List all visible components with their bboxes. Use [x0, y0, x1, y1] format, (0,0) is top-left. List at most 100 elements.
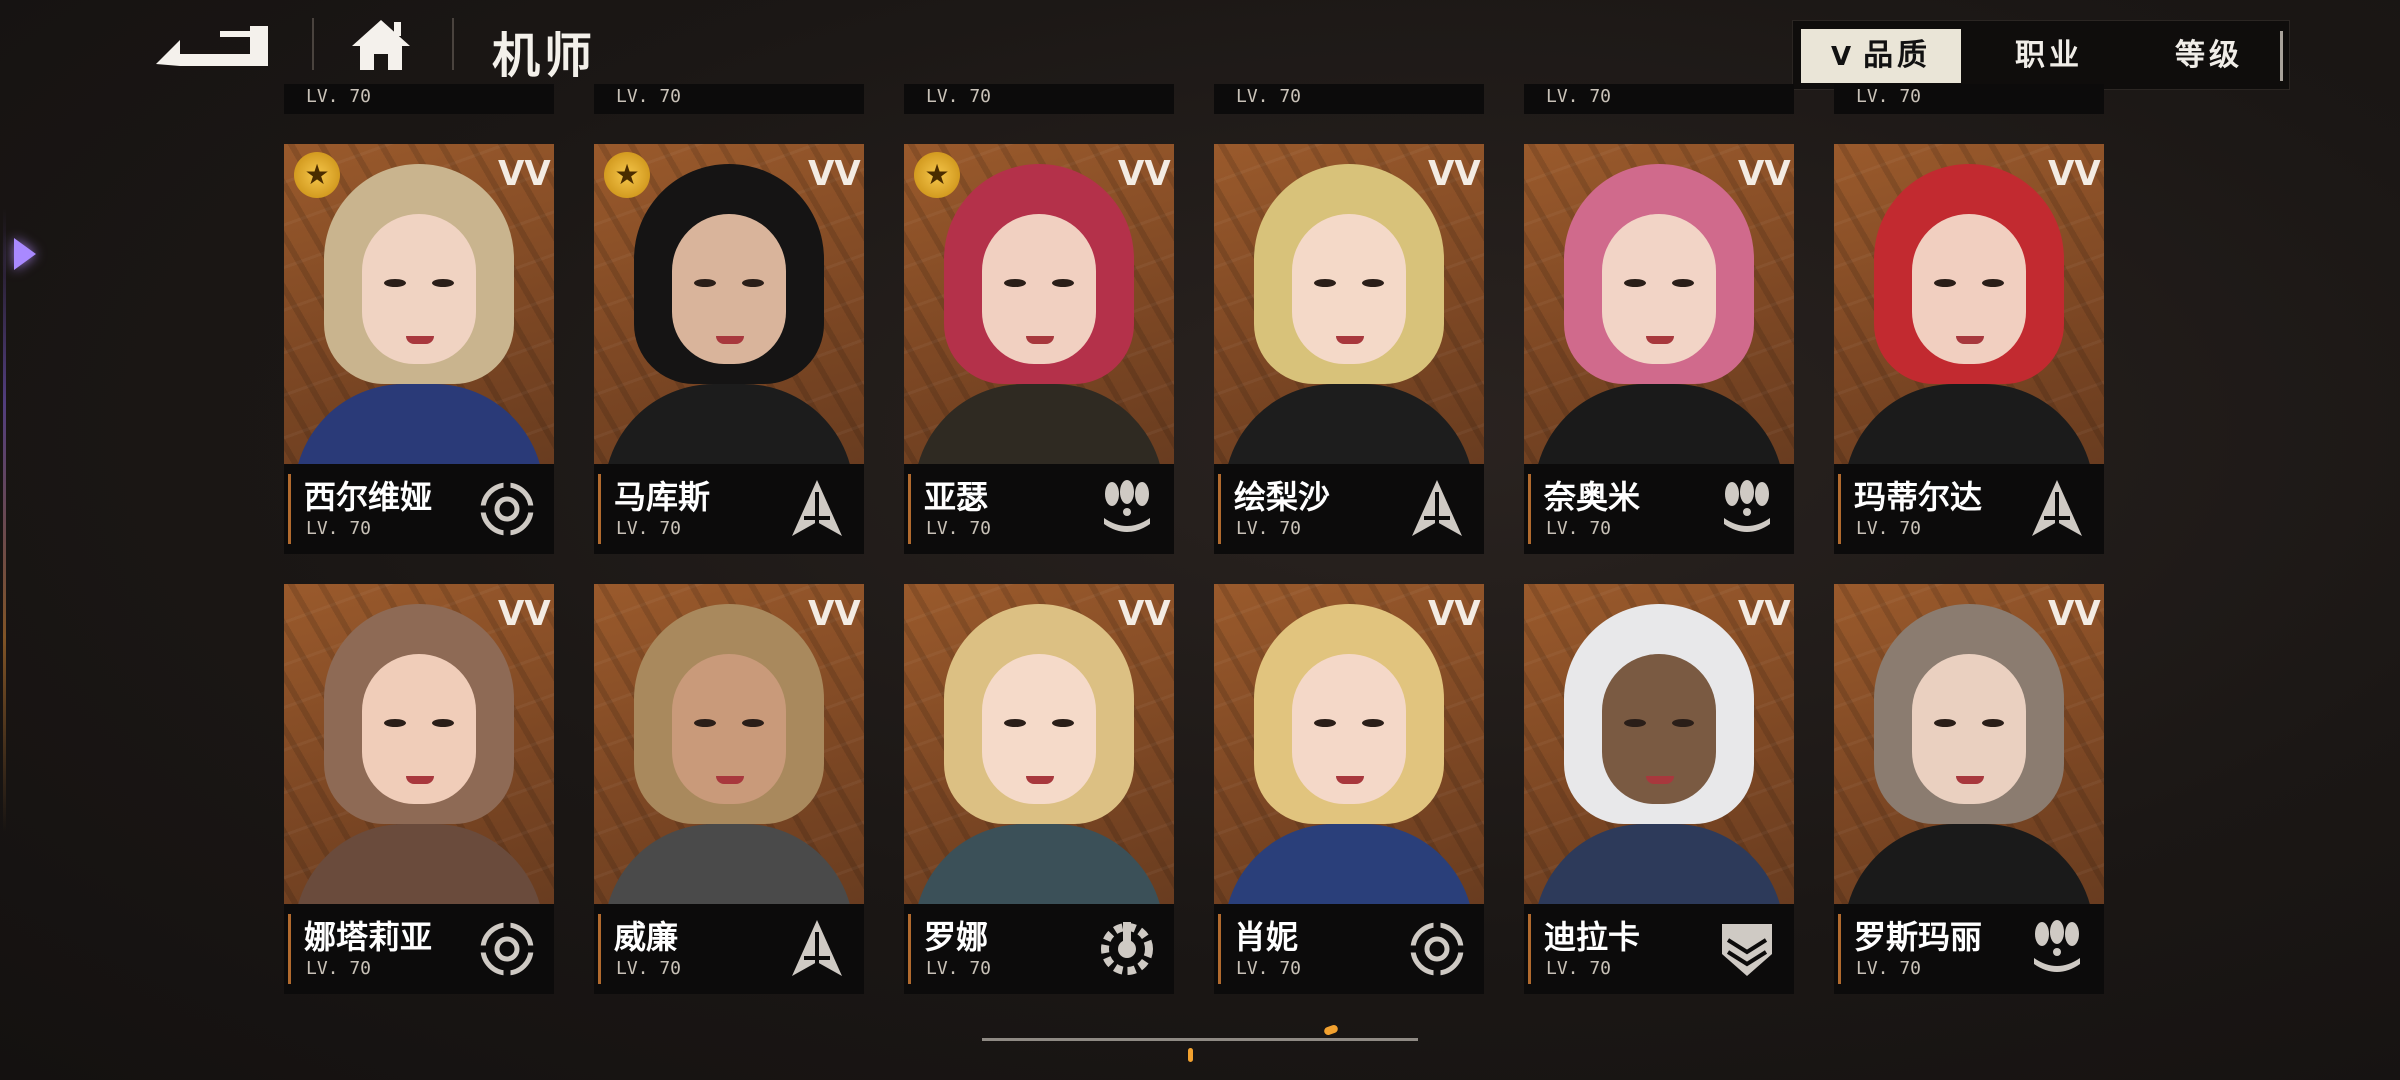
pilot-name: 威廉: [614, 918, 679, 956]
target-icon: [1408, 920, 1466, 978]
home-button[interactable]: [350, 16, 412, 72]
scroll-indicator: [1323, 1023, 1339, 1037]
pilot-level: LV. 70: [616, 518, 682, 539]
tab-quality[interactable]: V 品质: [1801, 29, 1961, 83]
spear-icon: [792, 480, 842, 536]
pilot-card[interactable]: ★ ᐯᐯ 西尔维娅 LV. 70: [284, 144, 554, 554]
rank-wing-icon: ᐯᐯ: [498, 154, 551, 194]
missile-icon: [1724, 480, 1770, 532]
pilot-namebar: 奈奥米 LV. 70: [1524, 464, 1794, 554]
tab-level[interactable]: 等级: [2139, 29, 2279, 83]
pilot-name: 娜塔莉亚: [304, 918, 433, 956]
pilot-level: LV. 70: [1236, 518, 1302, 539]
sort-tabs: V 品质 职业 等级: [1792, 20, 2290, 90]
pilot-card[interactable]: ᐯᐯ 威廉 LV. 70: [594, 584, 864, 994]
star-badge-icon: ★: [914, 152, 960, 198]
pilot-name: 罗斯玛丽: [1854, 918, 1983, 956]
pilot-namebar: 罗斯玛丽 LV. 70: [1834, 904, 2104, 994]
rank-wing-icon: ᐯᐯ: [498, 594, 551, 634]
rank-wing-icon: ᐯᐯ: [1118, 594, 1171, 634]
pilot-name: 迪拉卡: [1544, 918, 1641, 956]
pilot-level: LV. 70: [1856, 86, 1922, 107]
pilot-namebar: 肖妮 LV. 70: [1214, 904, 1484, 994]
pilot-level: LV. 70: [1236, 86, 1302, 107]
pilot-level: LV. 70: [616, 958, 682, 979]
pilot-namebar: 马库斯 LV. 70: [594, 464, 864, 554]
pilot-namebar: 威廉 LV. 70: [594, 904, 864, 994]
pilot-card[interactable]: ᐯᐯ 奈奥米 LV. 70: [1524, 144, 1794, 554]
divider: [2280, 31, 2283, 81]
target-icon: [478, 920, 536, 978]
spear-icon: [2032, 480, 2082, 536]
pilot-level: LV. 70: [926, 958, 992, 979]
rank-wing-icon: ᐯᐯ: [1428, 154, 1481, 194]
star-badge-icon: ★: [294, 152, 340, 198]
pilot-namebar: 迪拉卡 LV. 70: [1524, 904, 1794, 994]
pilot-namebar: 玛蒂尔达 LV. 70: [1834, 464, 2104, 554]
pilot-level: LV. 70: [926, 86, 992, 107]
partial-pilot-card[interactable]: LV. 70: [594, 84, 864, 114]
pilot-card[interactable]: ★ ᐯᐯ 亚瑟 LV. 70: [904, 144, 1174, 554]
pilot-card[interactable]: ᐯᐯ 绘梨沙 LV. 70: [1214, 144, 1484, 554]
pilot-name: 亚瑟: [924, 478, 989, 516]
pilot-name: 罗娜: [924, 918, 989, 956]
spear-icon: [792, 920, 842, 976]
home-icon: [352, 20, 410, 70]
partial-pilot-card[interactable]: LV. 70: [904, 84, 1174, 114]
back-button[interactable]: [150, 14, 274, 74]
page-title: 机师: [492, 28, 597, 84]
expand-arrow-icon[interactable]: [14, 238, 36, 270]
pilot-card[interactable]: ᐯᐯ 迪拉卡 LV. 70: [1524, 584, 1794, 994]
star-badge-icon: ★: [604, 152, 650, 198]
partial-pilot-card[interactable]: LV. 70: [1524, 84, 1794, 114]
pilot-card[interactable]: ᐯᐯ 罗娜 LV. 70: [904, 584, 1174, 994]
partial-pilot-card[interactable]: LV. 70: [1834, 84, 2104, 114]
shield-icon: [1722, 924, 1772, 976]
top-bar: 机师 V 品质 职业 等级: [0, 0, 2400, 90]
partial-pilot-card[interactable]: LV. 70: [284, 84, 554, 114]
pilot-card[interactable]: ᐯᐯ 罗斯玛丽 LV. 70: [1834, 584, 2104, 994]
rank-wing-icon: ᐯᐯ: [1428, 594, 1481, 634]
chevron-down-icon: V: [1830, 42, 1856, 72]
pilot-level: LV. 70: [1546, 86, 1612, 107]
pilot-level: LV. 70: [1856, 518, 1922, 539]
back-arrow-icon: [156, 26, 268, 66]
pilot-namebar: 罗娜 LV. 70: [904, 904, 1174, 994]
pilot-level: LV. 70: [926, 518, 992, 539]
scroll-indicator: [1188, 1048, 1193, 1062]
tab-label: 品质: [1863, 38, 1932, 73]
pilot-card[interactable]: ᐯᐯ 娜塔莉亚 LV. 70: [284, 584, 554, 994]
pilot-name: 西尔维娅: [304, 478, 433, 516]
rank-wing-icon: ᐯᐯ: [2048, 594, 2101, 634]
rank-wing-icon: ᐯᐯ: [1118, 154, 1171, 194]
partial-pilot-card[interactable]: LV. 70: [1214, 84, 1484, 114]
pilot-card[interactable]: ★ ᐯᐯ 马库斯 LV. 70: [594, 144, 864, 554]
pilot-name: 玛蒂尔达: [1854, 478, 1983, 516]
pilot-name: 肖妮: [1234, 918, 1299, 956]
pilot-namebar: 西尔维娅 LV. 70: [284, 464, 554, 554]
pilot-level: LV. 70: [1236, 958, 1302, 979]
divider: [452, 18, 454, 70]
tab-profession[interactable]: 职业: [1979, 29, 2119, 83]
pilot-level: LV. 70: [1856, 958, 1922, 979]
missile-icon: [2034, 920, 2080, 972]
pilot-namebar: 娜塔莉亚 LV. 70: [284, 904, 554, 994]
rank-wing-icon: ᐯᐯ: [1738, 594, 1791, 634]
pilot-level: LV. 70: [306, 958, 372, 979]
pilot-level: LV. 70: [1546, 958, 1612, 979]
pilot-namebar: 亚瑟 LV. 70: [904, 464, 1174, 554]
divider: [312, 18, 314, 70]
rank-wing-icon: ᐯᐯ: [808, 154, 861, 194]
pilot-name: 奈奥米: [1544, 478, 1641, 516]
rank-wing-icon: ᐯᐯ: [808, 594, 861, 634]
pilot-card[interactable]: ᐯᐯ 玛蒂尔达 LV. 70: [1834, 144, 2104, 554]
pilot-level: LV. 70: [616, 86, 682, 107]
pilot-name: 绘梨沙: [1234, 478, 1331, 516]
pilot-namebar: 绘梨沙 LV. 70: [1214, 464, 1484, 554]
scrollbar-track[interactable]: [982, 1038, 1418, 1041]
wrench-gear-icon: [1101, 922, 1153, 975]
pilot-level: LV. 70: [1546, 518, 1612, 539]
target-icon: [478, 480, 536, 538]
pilot-card[interactable]: ᐯᐯ 肖妮 LV. 70: [1214, 584, 1484, 994]
missile-icon: [1104, 480, 1150, 532]
